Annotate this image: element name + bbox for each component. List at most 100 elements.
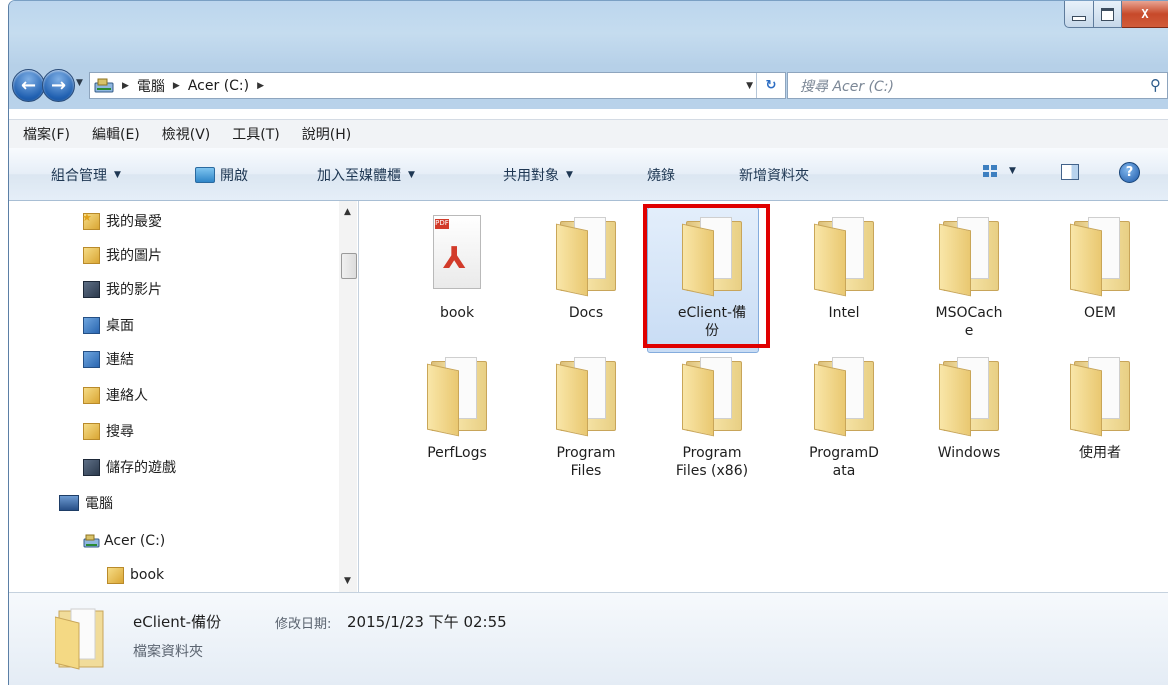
breadcrumb-separator-icon[interactable]: ▶ — [257, 81, 264, 91]
file-item-label: Intel — [828, 305, 860, 321]
file-item-label: Docs — [568, 305, 604, 321]
scroll-up-icon[interactable]: ▲ — [344, 207, 351, 217]
breadcrumb-separator-icon[interactable]: ▶ — [173, 81, 180, 91]
chevron-down-icon: ▼ — [1009, 166, 1016, 176]
nav-item-book[interactable]: book — [107, 563, 164, 587]
refresh-button[interactable]: ↻ — [756, 73, 785, 98]
favorites-folder-icon: ★ — [82, 211, 100, 230]
address-bar[interactable]: ▶ 電腦 ▶ Acer (C:) ▶ ▼ ↻ — [89, 72, 786, 99]
search-box[interactable]: 搜尋 Acer (C:) ⚲ — [787, 72, 1168, 99]
organize-button[interactable]: 組合管理 ▼ — [51, 165, 121, 185]
drive-icon — [83, 534, 100, 549]
forward-arrow-icon: → — [50, 75, 67, 96]
file-item-label: OEM — [1084, 305, 1116, 321]
nav-item-label: 連絡人 — [106, 388, 148, 404]
menu-bar: 檔案(F) 編輯(E) 檢視(V) 工具(T) 說明(H) — [9, 119, 1168, 149]
file-item-msocache[interactable]: MSOCach e — [909, 213, 1029, 340]
minimize-button[interactable] — [1064, 1, 1094, 28]
preview-pane-button[interactable] — [1061, 164, 1079, 180]
open-label: 開啟 — [220, 168, 248, 184]
nav-item-pictures[interactable]: 我的圖片 — [83, 243, 162, 267]
menu-edit[interactable]: 編輯(E) — [92, 124, 140, 144]
view-options-button[interactable]: ▼ — [983, 165, 1016, 177]
help-button[interactable]: ? — [1119, 162, 1140, 183]
details-item-name: eClient-備份 — [133, 613, 222, 631]
folder-icon — [556, 213, 616, 297]
file-item-label: ProgramD ata — [809, 445, 879, 479]
breadcrumb-computer[interactable]: 電腦 — [137, 76, 165, 96]
organize-label: 組合管理 — [51, 168, 107, 184]
nav-item-label: 連結 — [106, 352, 134, 368]
open-folder-icon — [195, 167, 215, 183]
desktop-folder-icon — [83, 316, 100, 334]
address-dropdown-icon[interactable]: ▼ — [746, 81, 753, 91]
burn-button[interactable]: 燒錄 — [647, 165, 675, 185]
file-item-users[interactable]: 使用者 — [1040, 353, 1160, 462]
chevron-down-icon: ▼ — [408, 170, 415, 180]
nav-item-videos[interactable]: 我的影片 — [83, 277, 162, 301]
new-folder-button[interactable]: 新增資料夾 — [739, 165, 809, 185]
pictures-folder-icon — [83, 246, 100, 264]
file-item-label: 使用者 — [1079, 445, 1121, 461]
scroll-thumb[interactable] — [341, 253, 357, 279]
nav-item-links[interactable]: 連結 — [83, 347, 134, 371]
recent-pages-dropdown-icon[interactable]: ▼ — [76, 78, 83, 88]
view-grid-icon — [983, 165, 997, 177]
nav-item-label: 桌面 — [106, 318, 134, 334]
folder-icon — [427, 353, 487, 437]
scroll-down-icon[interactable]: ▼ — [344, 576, 351, 586]
folder-icon — [682, 353, 742, 437]
breadcrumb-separator-icon[interactable]: ▶ — [122, 81, 129, 91]
add-to-library-button[interactable]: 加入至媒體櫃 ▼ — [317, 165, 415, 185]
nav-item-label: 搜尋 — [106, 424, 134, 440]
nav-item-label: 我的圖片 — [106, 248, 162, 264]
search-icon[interactable]: ⚲ — [1150, 76, 1161, 94]
details-item-type: 檔案資料夾 — [133, 644, 203, 660]
explorer-window: X ← → ▼ ▶ 電腦 ▶ Acer (C:) ▶ ▼ ↻ 搜尋 Acer (… — [8, 0, 1168, 685]
file-item-label: Program Files — [556, 445, 616, 479]
open-button[interactable]: 開啟 — [195, 165, 248, 185]
links-folder-icon — [83, 350, 100, 368]
help-icon: ? — [1119, 162, 1140, 183]
file-item-programdata[interactable]: ProgramD ata — [784, 353, 904, 480]
file-item-label: Windows — [937, 445, 1001, 461]
file-item-program-files-x86[interactable]: Program Files (x86) — [652, 353, 772, 480]
file-item-perflogs[interactable]: PerfLogs — [397, 353, 517, 462]
file-item-label: book — [439, 305, 475, 321]
menu-file[interactable]: 檔案(F) — [23, 124, 70, 144]
nav-item-searches[interactable]: 搜尋 — [83, 419, 134, 443]
file-item-book[interactable]: PDF ⅄ book — [397, 213, 517, 322]
nav-item-favorites[interactable]: ★ 我的最愛 — [82, 209, 162, 233]
preview-pane-icon — [1061, 164, 1079, 180]
breadcrumb-drive[interactable]: Acer (C:) — [188, 78, 249, 94]
menu-help[interactable]: 說明(H) — [302, 124, 351, 144]
forward-button[interactable]: → — [42, 69, 75, 102]
refresh-icon: ↻ — [765, 78, 777, 93]
back-button[interactable]: ← — [12, 69, 45, 102]
file-item-program-files[interactable]: Program Files — [526, 353, 646, 480]
nav-item-contacts[interactable]: 連絡人 — [83, 383, 148, 407]
nav-item-label: 儲存的遊戲 — [106, 460, 176, 476]
navigation-pane: ★ 我的最愛 我的圖片 我的影片 桌面 連結 連絡人 搜尋 儲存的遊戲 電腦 Ac… — [9, 201, 359, 592]
file-item-docs[interactable]: Docs — [526, 213, 646, 322]
maximize-button[interactable] — [1094, 1, 1122, 28]
nav-item-saved-games[interactable]: 儲存的遊戲 — [83, 455, 176, 479]
nav-item-computer[interactable]: 電腦 — [59, 491, 113, 515]
file-item-oem[interactable]: OEM — [1040, 213, 1160, 322]
close-button[interactable]: X — [1122, 1, 1168, 28]
folder-icon — [1070, 213, 1130, 297]
menu-tools[interactable]: 工具(T) — [232, 124, 279, 144]
nav-item-label: 我的最愛 — [106, 214, 162, 230]
nav-scrollbar[interactable]: ▲ ▼ — [339, 201, 357, 592]
nav-item-label: book — [130, 567, 165, 583]
share-button[interactable]: 共用對象 ▼ — [503, 165, 573, 185]
file-item-intel[interactable]: Intel — [784, 213, 904, 322]
nav-item-drive-c[interactable]: Acer (C:) — [83, 529, 165, 553]
folder-icon — [54, 607, 105, 671]
breadcrumb: ▶ 電腦 ▶ Acer (C:) ▶ — [114, 76, 272, 96]
nav-item-desktop[interactable]: 桌面 — [83, 313, 134, 337]
file-item-label: Program Files (x86) — [675, 445, 749, 479]
menu-view[interactable]: 檢視(V) — [162, 124, 211, 144]
file-item-windows[interactable]: Windows — [909, 353, 1029, 462]
saved-games-folder-icon — [83, 458, 100, 476]
